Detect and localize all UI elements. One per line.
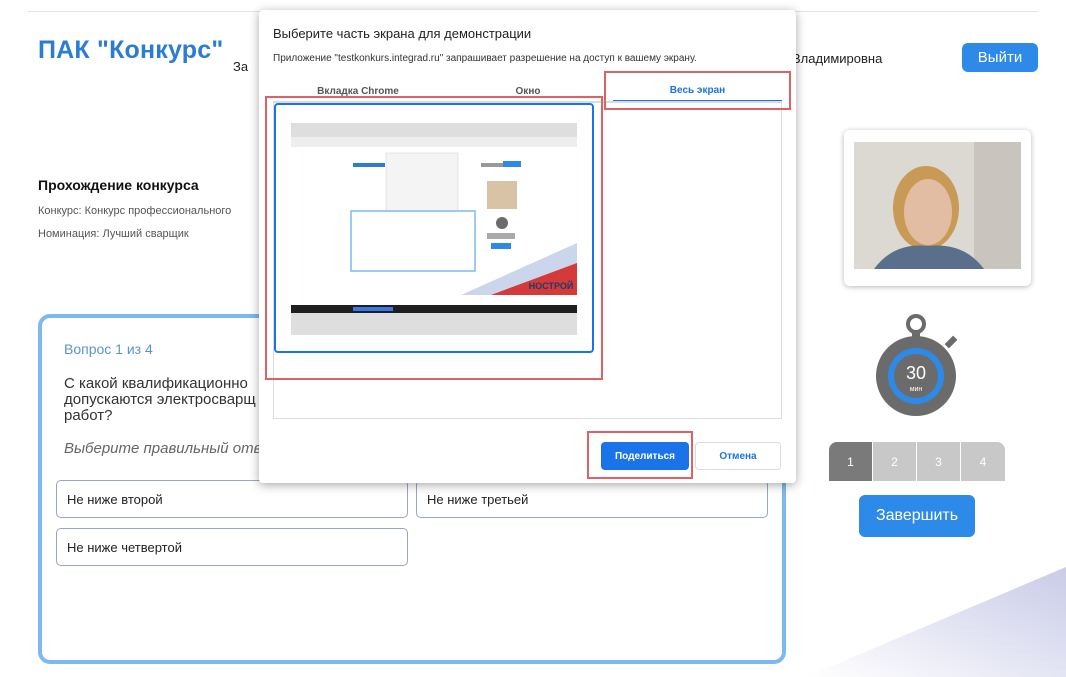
cancel-button[interactable]: Отмена (695, 442, 781, 470)
tab-entire-screen[interactable]: Весь экран (613, 80, 782, 102)
share-button[interactable]: Поделиться (601, 442, 689, 470)
dialog-tabs: Вкладка Chrome Окно Весь экран (273, 80, 782, 102)
page-4-button[interactable]: 4 (961, 442, 1005, 481)
nomination-name: Номинация: Лучший сварщик (38, 228, 189, 240)
stopwatch-icon: 30 мин (876, 314, 958, 416)
app-logo[interactable]: ПАК "Конкурс" (38, 36, 223, 65)
timer-unit: мин (910, 386, 923, 393)
page-3-button[interactable]: 3 (917, 442, 961, 481)
page-title: Прохождение конкурса (38, 177, 199, 193)
dialog-subtitle: Приложение "testkonkurs.integrad.ru" зап… (273, 53, 697, 64)
user-name: Владимировна (792, 51, 883, 66)
answer-option-3[interactable]: Не ниже четвертой (56, 528, 408, 566)
timer-minutes: 30 (906, 363, 926, 383)
source-list: НОСТРОЙ (273, 102, 782, 419)
finish-button[interactable]: Завершить (859, 495, 975, 537)
thumb-brand: НОСТРОЙ (529, 280, 574, 291)
page-2-button[interactable]: 2 (873, 442, 917, 481)
question-pager: 1 2 3 4 (829, 442, 1005, 481)
logout-button[interactable]: Выйти (962, 43, 1038, 72)
tab-window[interactable]: Окно (443, 80, 613, 102)
webcam-image (854, 142, 1021, 269)
webcam-preview (844, 130, 1031, 286)
question-text: С какой квалификационно допускаются элек… (64, 375, 256, 424)
answer-option-1[interactable]: Не ниже второй (56, 480, 408, 518)
answer-option-2[interactable]: Не ниже третьей (416, 480, 768, 518)
question-counter: Вопрос 1 из 4 (64, 341, 153, 357)
answer-hint: Выберите правильный отве (64, 440, 260, 457)
background-decoration (806, 567, 1066, 677)
dialog-title: Выберите часть экрана для демонстрации (273, 26, 532, 41)
header-partial-text: За (233, 59, 249, 74)
tab-chrome-tab[interactable]: Вкладка Chrome (273, 80, 443, 102)
page-1-button[interactable]: 1 (829, 442, 873, 481)
contest-name: Конкурс: Конкурс профессионального (38, 205, 232, 217)
screen-share-dialog: Выберите часть экрана для демонстрации П… (259, 10, 796, 483)
screen-thumbnail[interactable]: НОСТРОЙ (274, 103, 594, 353)
screen-preview: НОСТРОЙ (291, 123, 577, 335)
